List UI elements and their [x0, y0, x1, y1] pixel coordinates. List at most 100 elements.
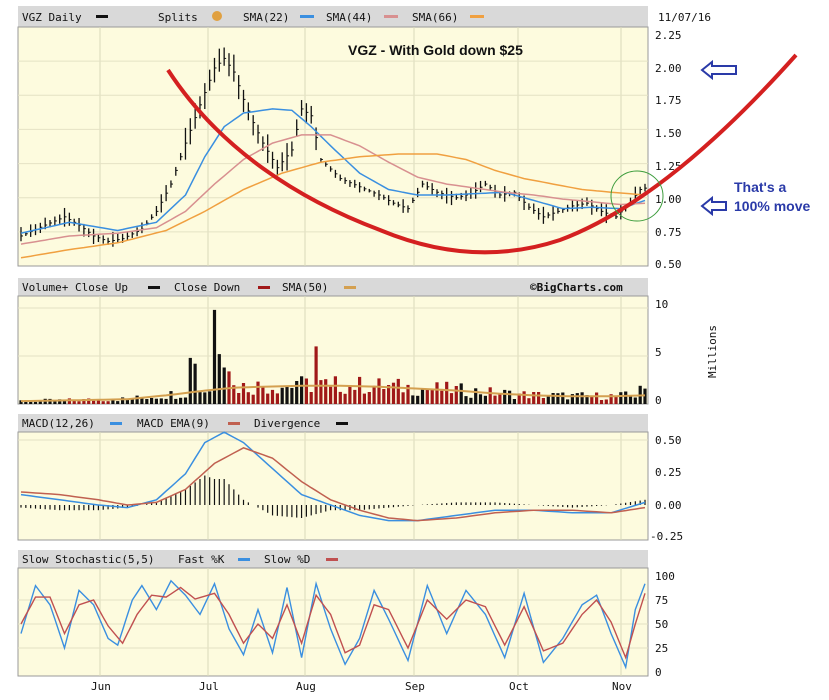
volume-bar — [329, 386, 333, 404]
volume-bar — [541, 398, 545, 404]
volume-bar — [135, 395, 139, 404]
chart-root: VGZ Daily Splits SMA(22) SMA(44) SMA(66)… — [0, 0, 829, 700]
volume-bar — [101, 401, 105, 404]
volume-sma-label: SMA(50) — [282, 281, 328, 294]
stoch-y-tick: 100 — [655, 570, 675, 583]
macd-y-tick: 0.50 — [655, 434, 682, 447]
volume-bar — [367, 392, 371, 404]
volume-y-tick: 10 — [655, 298, 668, 311]
macd-plot-area — [17, 431, 649, 541]
bigcharts-credit: ©BigCharts.com — [530, 281, 623, 294]
price-y-tick: 0.50 — [655, 258, 682, 271]
volume-bar — [435, 382, 439, 404]
sma22-label: SMA(22) — [243, 11, 289, 24]
volume-bar — [77, 401, 81, 404]
volume-bar — [266, 393, 270, 404]
volume-bar — [440, 390, 444, 404]
volume-bar — [203, 392, 207, 404]
volume-bar — [512, 399, 516, 404]
volume-bar — [217, 354, 221, 404]
volume-bar — [33, 401, 38, 404]
volume-bar — [154, 398, 158, 404]
stoch-slow-swatch — [326, 558, 338, 561]
stoch-label: Slow Stochastic(5,5) — [22, 553, 154, 566]
volume-bar — [275, 393, 279, 404]
volume-bar — [116, 401, 120, 404]
volume-bar — [241, 383, 246, 404]
volume-bar — [106, 401, 110, 404]
volume-bar — [150, 398, 154, 404]
volume-bar — [159, 398, 163, 404]
volume-bar — [416, 395, 420, 404]
volume-bar — [454, 386, 458, 404]
x-tick-aug: Aug — [296, 680, 316, 693]
stoch-y-tick: 25 — [655, 642, 668, 655]
stoch-y-tick: 0 — [655, 666, 662, 679]
volume-bar — [358, 376, 362, 404]
macd-swatch — [110, 422, 122, 425]
volume-bar — [179, 397, 183, 404]
volume-bar — [575, 393, 579, 404]
volume-bar — [464, 396, 468, 404]
volume-bar — [348, 385, 352, 404]
volume-bar — [198, 392, 202, 404]
volume-bar — [599, 400, 604, 404]
volume-bar — [449, 393, 454, 404]
macd-y-tick: 0.25 — [655, 466, 682, 479]
volume-y-tick: 5 — [655, 346, 662, 359]
volume-bar — [174, 398, 178, 404]
macd-y-tick: 0.00 — [655, 499, 682, 512]
move-note-line2: 100% move — [734, 198, 810, 214]
volume-bar — [169, 391, 173, 404]
price-y-tick: 1.00 — [655, 193, 682, 206]
price-y-tick: 2.25 — [655, 29, 682, 42]
volume-bar — [319, 380, 323, 404]
volume-bar — [580, 392, 584, 404]
x-tick-jun: Jun — [91, 680, 111, 693]
sma44-swatch — [384, 15, 398, 18]
price-y-tick: 2.00 — [655, 62, 682, 75]
volume-bar — [280, 387, 284, 404]
macd-ema-swatch — [228, 422, 240, 425]
volume-sma-swatch — [344, 286, 356, 289]
volume-bar — [619, 392, 623, 404]
volume-bar — [300, 376, 304, 404]
volume-bar — [261, 387, 265, 404]
volume-bar — [430, 389, 434, 404]
volume-bar — [362, 393, 366, 404]
price-legend-swatch — [96, 15, 108, 18]
volume-bar — [561, 392, 565, 404]
volume-bar — [396, 378, 400, 404]
stoch-y-tick: 75 — [655, 594, 668, 607]
volume-bar — [222, 367, 226, 404]
volume-bar — [483, 395, 487, 404]
volume-bar — [309, 392, 313, 404]
splits-label: Splits — [158, 11, 198, 24]
volume-bar — [382, 389, 386, 404]
price-y-tick: 1.75 — [655, 94, 682, 107]
volume-bar — [595, 392, 599, 404]
volume-bar — [208, 391, 212, 404]
macd-y-tick: -0.25 — [650, 530, 683, 543]
volume-bar — [508, 390, 512, 404]
volume-bar — [401, 392, 405, 404]
volume-bar — [92, 400, 96, 404]
volume-down-swatch — [258, 286, 270, 289]
x-tick-sep: Sep — [405, 680, 425, 693]
chart-annotation-title: VGZ - With Gold down $25 — [348, 42, 523, 58]
volume-bar — [420, 388, 425, 404]
volume-bar — [624, 391, 628, 404]
sma66-label: SMA(66) — [412, 11, 458, 24]
x-tick-jul: Jul — [199, 680, 219, 693]
volume-bar — [411, 395, 415, 404]
volume-bar — [290, 387, 294, 404]
sma66-swatch — [470, 15, 484, 18]
volume-bar — [188, 357, 192, 404]
macd-label: MACD(12,26) — [22, 417, 95, 430]
price-y-tick: 0.75 — [655, 226, 682, 239]
volume-unit-label: Millions — [706, 325, 719, 378]
volume-bar — [183, 397, 188, 404]
volume-bar — [237, 393, 241, 404]
x-tick-nov: Nov — [612, 680, 632, 693]
volume-bar — [145, 399, 149, 404]
